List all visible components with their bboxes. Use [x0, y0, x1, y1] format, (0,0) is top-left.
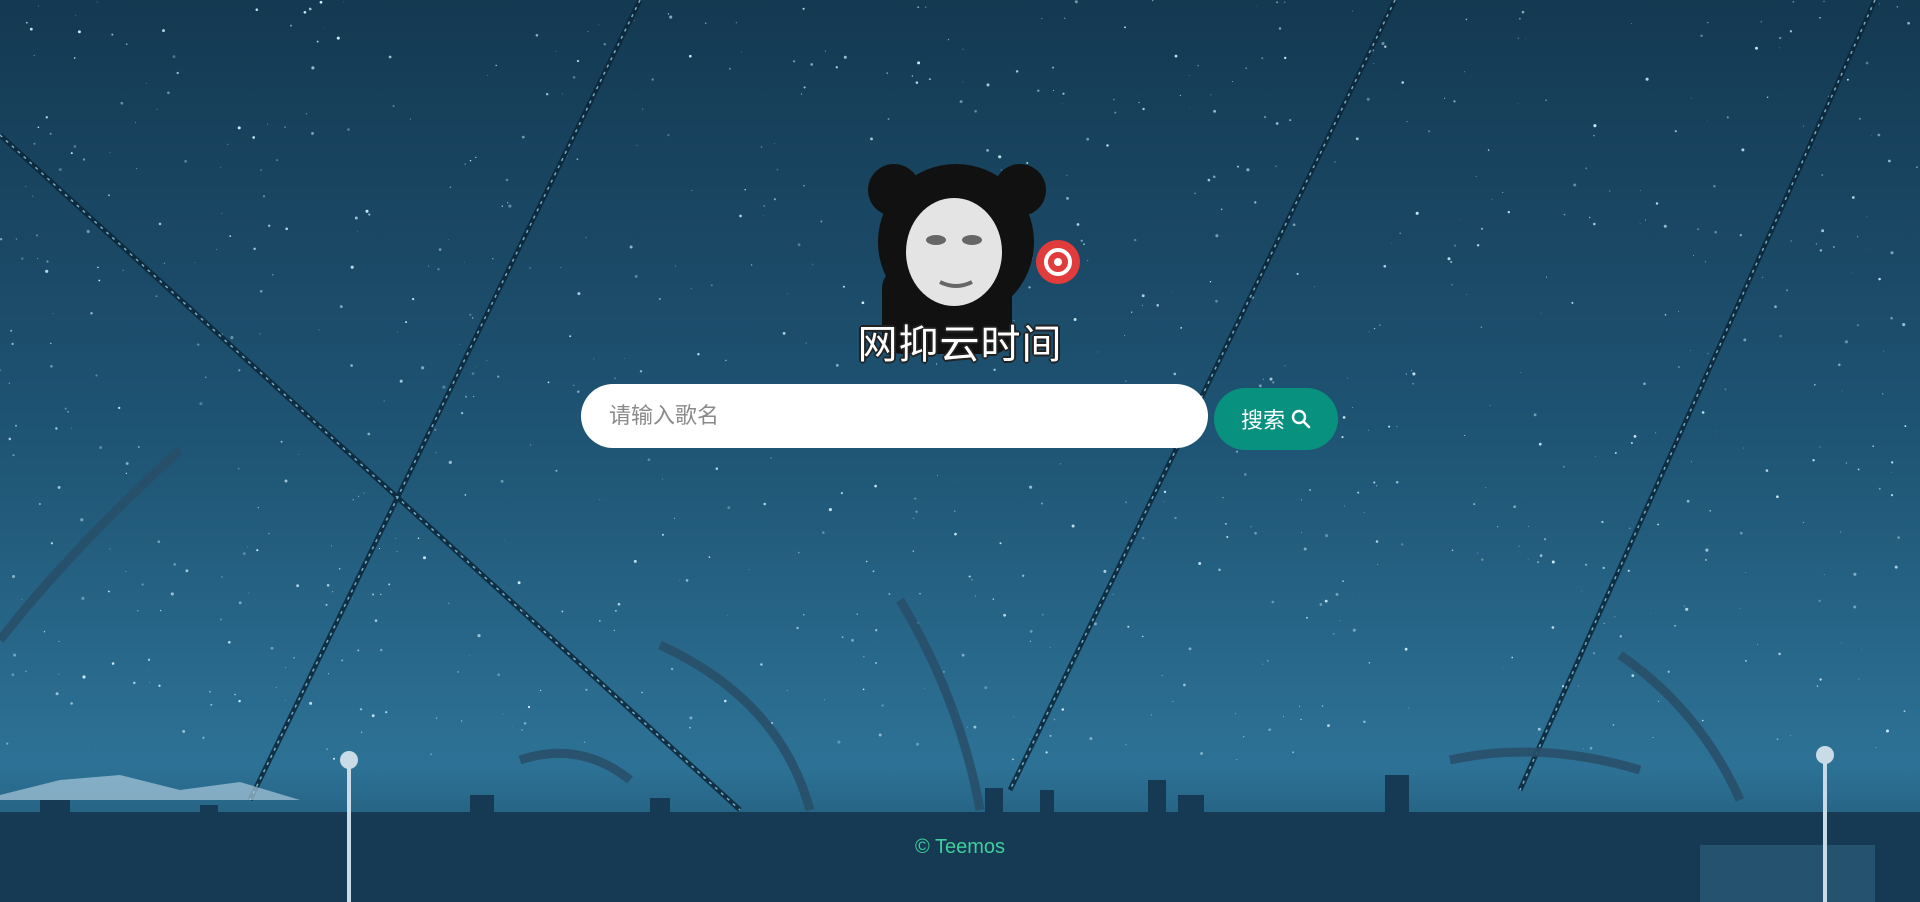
- footer-copyright: © Teemos: [915, 836, 1005, 858]
- search-icon: [1291, 409, 1311, 429]
- search-button[interactable]: 搜索: [1214, 388, 1338, 450]
- background-starry-night-city: [0, 0, 1920, 902]
- search-button-label: 搜索: [1240, 409, 1285, 434]
- site-title: 网抑云时间: [857, 322, 1063, 368]
- search-input[interactable]: [581, 384, 1208, 448]
